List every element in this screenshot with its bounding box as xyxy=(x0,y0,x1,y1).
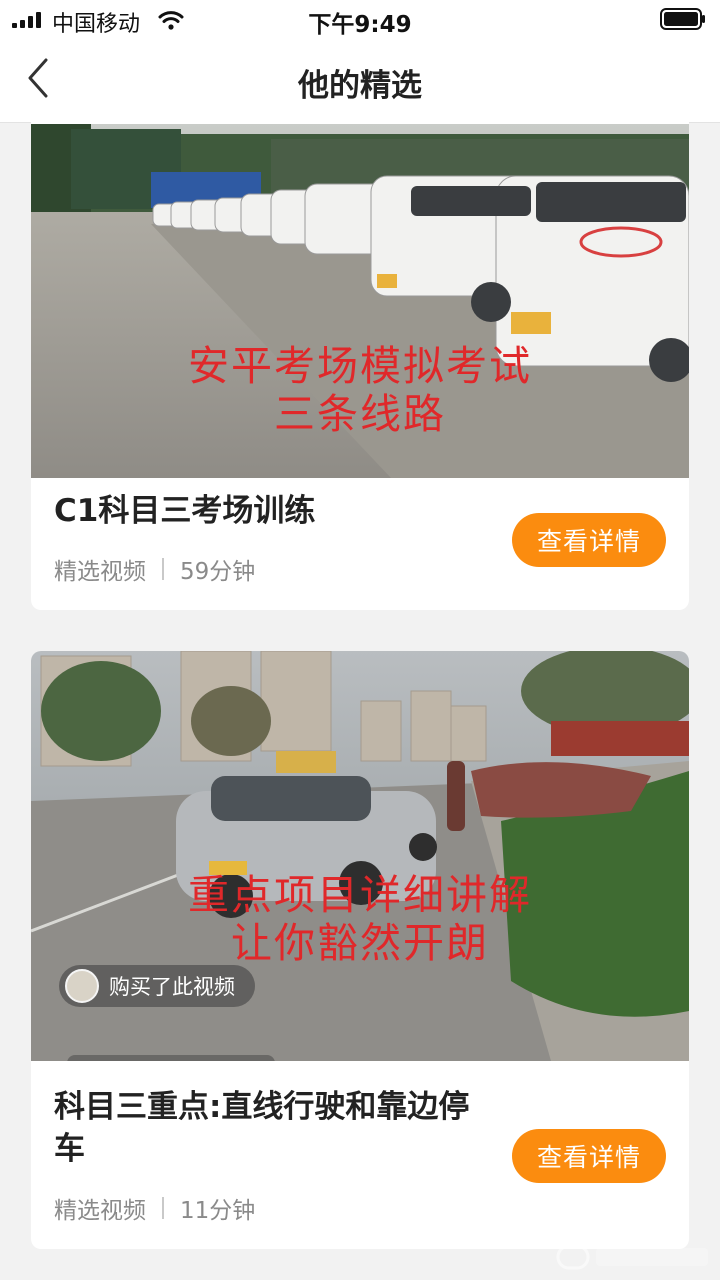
video-title[interactable]: C1科目三考场训练 xyxy=(54,490,494,532)
video-card[interactable]: 安平考场模拟考试 三条线路 C1科目三考场训练 精选视频 59分钟 查看详情 xyxy=(31,112,689,610)
battery-icon xyxy=(660,8,705,30)
view-details-button[interactable]: 查看详情 xyxy=(512,1129,666,1183)
purchase-notice-pill-next xyxy=(67,1055,275,1061)
thumbnail-caption: 安平考场模拟考试 三条线路 xyxy=(31,342,689,438)
video-title[interactable]: 科目三重点:直线行驶和靠边停车 xyxy=(54,1086,494,1170)
video-meta: 精选视频 11分钟 xyxy=(54,1191,255,1225)
caption-line-2: 让你豁然开朗 xyxy=(231,919,489,967)
video-thumbnail[interactable]: 重点项目详细讲解 让你豁然开朗 购买了此视频 xyxy=(31,651,689,1061)
watermark-logo xyxy=(556,1244,708,1270)
status-time: 下午9:49 xyxy=(308,12,412,38)
caption-line-1: 安平考场模拟考试 xyxy=(188,342,532,390)
video-meta: 精选视频 59分钟 xyxy=(54,552,255,586)
status-bar: 中国移动 下午9:49 xyxy=(0,0,720,40)
page-title: 他的精选 xyxy=(298,68,422,104)
purchase-notice-pill: 购买了此视频 xyxy=(59,965,255,1007)
caption-line-1: 重点项目详细讲解 xyxy=(188,871,532,919)
video-card[interactable]: 重点项目详细讲解 让你豁然开朗 购买了此视频 科目三重点:直线行驶和靠边停车 精… xyxy=(31,651,689,1249)
nav-bar: 他的精选 xyxy=(0,40,720,123)
purchase-notice-text: 购买了此视频 xyxy=(109,975,235,999)
meta-divider xyxy=(162,558,164,580)
video-category: 精选视频 xyxy=(54,1198,146,1224)
video-duration: 11分钟 xyxy=(180,1198,256,1224)
caption-line-2: 三条线路 xyxy=(274,390,446,438)
meta-divider xyxy=(162,1197,164,1219)
video-thumbnail[interactable]: 安平考场模拟考试 三条线路 xyxy=(31,124,689,478)
video-duration: 59分钟 xyxy=(180,559,256,585)
video-category: 精选视频 xyxy=(54,559,146,585)
thumbnail-caption: 重点项目详细讲解 让你豁然开朗 xyxy=(31,871,689,967)
view-details-button[interactable]: 查看详情 xyxy=(512,513,666,567)
avatar xyxy=(65,969,99,1003)
